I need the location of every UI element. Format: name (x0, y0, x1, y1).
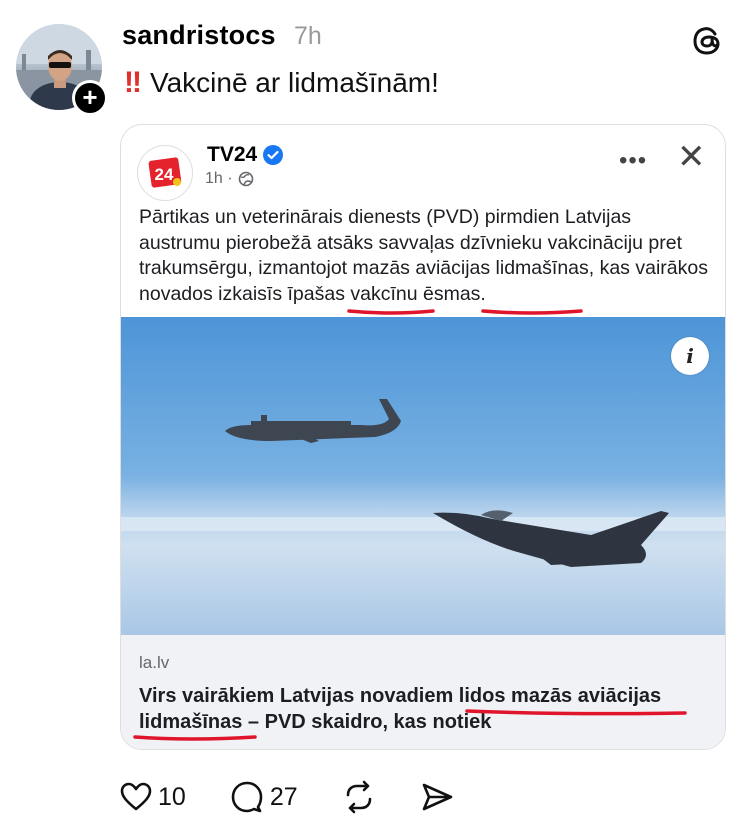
source-meta: 1h · (205, 170, 254, 188)
info-icon: i (671, 337, 709, 375)
link-title: Virs vairākiem Latvijas novadiem lidos m… (139, 685, 662, 733)
reply-count: 27 (269, 782, 298, 811)
post-body: Vakcinē ar lidmašīnām! (149, 67, 439, 98)
close-icon: ✕ (677, 138, 706, 176)
tv24-logo: 24 (137, 145, 193, 201)
article-text: Pārtikas un veterinārais dienests (PVD) … (139, 206, 708, 305)
double-exclamation-icon: !! (124, 66, 142, 99)
avatar[interactable]: + (16, 24, 108, 116)
follow-plus-icon[interactable]: + (72, 80, 108, 116)
source-meta-time: 1h · (205, 170, 233, 187)
source-name-text: TV24 (207, 143, 258, 166)
threads-icon[interactable] (690, 24, 724, 58)
heart-icon (120, 782, 152, 811)
repost-icon (346, 780, 371, 814)
share-button[interactable] (420, 781, 454, 813)
embedded-post-image[interactable]: 24 TV24 1h · ••• ✕ Pārtikas un veterinār… (120, 124, 726, 750)
aircraft-photo (121, 317, 725, 635)
username[interactable]: sandristocs (122, 20, 276, 51)
svg-text:24: 24 (155, 165, 174, 184)
globe-icon (238, 171, 253, 187)
action-bar: 10 27 (120, 780, 498, 814)
source-name: TV24 (207, 143, 284, 167)
like-button[interactable]: 10 (120, 782, 186, 812)
like-count: 10 (158, 782, 186, 811)
post-text: !! Vakcinē ar lidmašīnām! (124, 66, 439, 100)
send-icon (422, 783, 452, 811)
repost-button[interactable] (342, 780, 376, 814)
reply-button[interactable]: 27 (230, 781, 298, 813)
more-options-icon: ••• (619, 147, 648, 174)
link-preview: la.lv Virs vairākiem Latvijas novadiem l… (121, 635, 725, 749)
link-domain: la.lv (139, 653, 170, 672)
comment-icon (231, 781, 263, 813)
verified-badge-icon (263, 145, 284, 165)
post-time: 7h (294, 22, 322, 50)
